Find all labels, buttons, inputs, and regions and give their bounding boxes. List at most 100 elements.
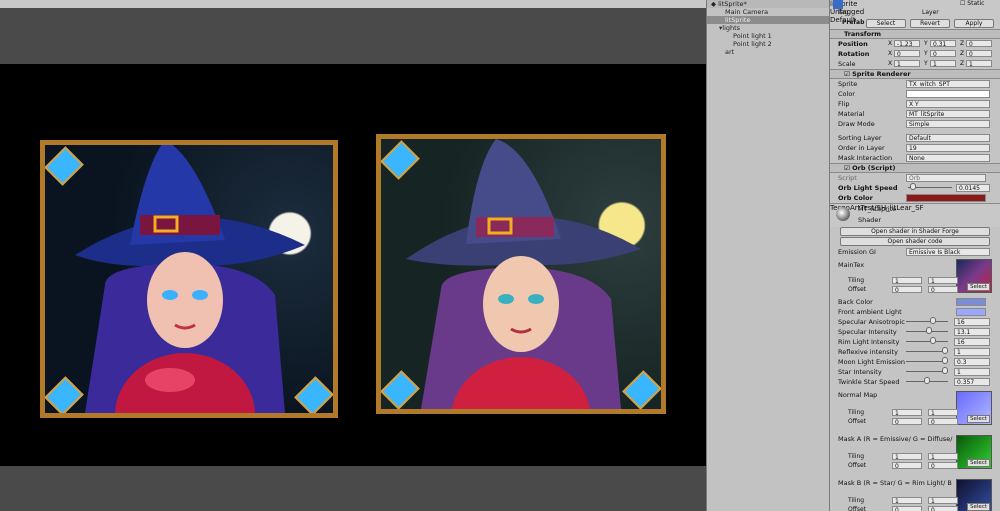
tiling-y[interactable]: 1 [928, 497, 958, 505]
value-y[interactable]: 0 [930, 50, 956, 58]
offset-x[interactable]: 0 [892, 506, 922, 511]
value-z[interactable]: 0 [966, 40, 992, 48]
offset-x[interactable]: 0 [892, 418, 922, 426]
slider-knob[interactable] [910, 183, 916, 190]
front-ambient-swatch[interactable] [956, 308, 986, 316]
script-field[interactable]: Orb [906, 174, 986, 182]
sprite-renderer-row: Sorting Layer Default [830, 133, 1000, 143]
offset-x[interactable]: 0 [892, 286, 922, 294]
texture-thumbnail[interactable]: Select [956, 479, 992, 511]
slider-knob[interactable] [924, 377, 930, 384]
slider-value[interactable]: 1 [954, 348, 990, 356]
hierarchy-item-lights[interactable]: ▾lights [707, 24, 829, 32]
offset-y[interactable]: 0 [928, 506, 958, 511]
value-x[interactable]: 1 [894, 60, 920, 68]
hierarchy-panel[interactable]: ◆ litSprite* Main Camera litSprite ▾ligh… [706, 0, 830, 511]
hierarchy-item-art[interactable]: art [707, 48, 829, 56]
sprite-renderer-field[interactable]: MT_litSprite [906, 110, 990, 118]
select-button[interactable]: Select [967, 283, 990, 291]
texture-thumbnail[interactable]: Select [956, 435, 992, 469]
value-y[interactable]: 1 [930, 60, 956, 68]
slider-value[interactable]: 13.1 [954, 328, 990, 336]
sprite-renderer-field[interactable]: Default [906, 134, 990, 142]
open-shader-code-button[interactable]: Open shader code [840, 237, 990, 246]
sprite-renderer-field[interactable]: TX_witch_SPT [906, 80, 990, 88]
witch-sprite-lit[interactable] [40, 140, 338, 418]
slider-knob[interactable] [942, 367, 948, 374]
row-label: Position [838, 40, 868, 48]
slider-knob[interactable] [930, 337, 936, 344]
tiling-label: Tiling [848, 497, 865, 504]
orb-speed-value[interactable]: 0.0145 [956, 184, 990, 192]
tiling-y[interactable]: 1 [928, 453, 958, 461]
sprite-renderer-field[interactable]: X Y [906, 100, 990, 108]
select-button[interactable]: Select [967, 503, 990, 511]
slider-knob[interactable] [930, 317, 936, 324]
back-color-swatch[interactable] [956, 298, 986, 306]
orb-color-swatch[interactable] [906, 194, 986, 202]
slider-knob[interactable] [942, 357, 948, 364]
slider-value[interactable]: 16 [954, 338, 990, 346]
slider-value[interactable]: 0.3 [954, 358, 990, 366]
offset-y[interactable]: 0 [928, 286, 958, 294]
row-label: Star Intensity [838, 368, 882, 376]
value-z[interactable]: 0 [966, 50, 992, 58]
offset-x[interactable]: 0 [892, 462, 922, 470]
hierarchy-item-point-light-1[interactable]: Point light 1 [707, 32, 829, 40]
hierarchy-item-main-camera[interactable]: Main Camera [707, 8, 829, 16]
offset-y[interactable]: 0 [928, 462, 958, 470]
static-toggle[interactable]: ☐ Static [960, 0, 984, 7]
scene-view[interactable] [0, 0, 706, 511]
slider-knob[interactable] [942, 347, 948, 354]
maintex-thumbnail[interactable]: Select [956, 259, 992, 293]
prefab-apply-button[interactable]: Apply [954, 19, 994, 28]
sprite-renderer-field[interactable]: Simple [906, 120, 990, 128]
tiling-y[interactable]: 1 [928, 277, 958, 285]
open-shader-forge-button[interactable]: Open shader in Shader Forge [840, 227, 990, 236]
select-button[interactable]: Select [967, 415, 990, 423]
witch-sprite-unlit[interactable] [376, 134, 666, 414]
offset-y[interactable]: 0 [928, 418, 958, 426]
slider-value[interactable]: 16 [954, 318, 990, 326]
sprite-renderer-header[interactable]: ☑ Sprite Renderer [830, 69, 1000, 79]
material-slider[interactable] [906, 317, 948, 324]
material-slider[interactable] [906, 327, 948, 334]
prefab-select-button[interactable]: Select [866, 19, 906, 28]
prefab-revert-button[interactable]: Revert [910, 19, 950, 28]
sprite-renderer-field[interactable]: 19 [906, 144, 990, 152]
texture-thumbnail[interactable]: Select [956, 391, 992, 425]
texture-slot: Mask A (R = Emissive/ G = Diffuse/ Selec… [830, 431, 1000, 475]
material-slider[interactable] [906, 377, 948, 384]
value-x[interactable]: -1.23 [894, 40, 920, 48]
hierarchy-item-litsprite[interactable]: litSprite [707, 16, 829, 24]
material-slider[interactable] [906, 367, 948, 374]
sprite-renderer-field[interactable]: None [906, 154, 990, 162]
select-button[interactable]: Select [967, 459, 990, 467]
slider-knob[interactable] [926, 327, 932, 334]
material-slider[interactable] [906, 347, 948, 354]
material-slider-row: Moon Light Emission 0.3 [830, 357, 1000, 367]
material-slider[interactable] [906, 357, 948, 364]
scene-viewport[interactable] [0, 64, 706, 466]
orb-speed-slider[interactable] [908, 183, 952, 190]
hierarchy-item-point-light-2[interactable]: Point light 2 [707, 40, 829, 48]
tiling-x[interactable]: 1 [892, 453, 922, 461]
tiling-x[interactable]: 1 [892, 277, 922, 285]
emission-dropdown[interactable]: Emissive Is Black [906, 248, 990, 256]
tiling-y[interactable]: 1 [928, 409, 958, 417]
tiling-x[interactable]: 1 [892, 409, 922, 417]
scene-root[interactable]: ◆ litSprite* [707, 0, 829, 8]
material-slider[interactable] [906, 337, 948, 344]
slider-value[interactable]: 1 [954, 368, 990, 376]
slider-value[interactable]: 0.357 [954, 378, 990, 386]
value-y[interactable]: 0.31 [930, 40, 956, 48]
sprite-renderer-field[interactable] [906, 90, 990, 98]
orb-script-header[interactable]: ☑ Orb (Script) [830, 163, 1000, 173]
inspector-panel[interactable]: litSprite ☐ Static Tag Untagged Layer De… [830, 0, 1000, 511]
transform-header[interactable]: Transform [830, 29, 1000, 39]
sprite-renderer-row: Draw Mode Simple [830, 119, 1000, 129]
prefab-label: Prefab [842, 19, 865, 26]
value-z[interactable]: 1 [966, 60, 992, 68]
value-x[interactable]: 0 [894, 50, 920, 58]
tiling-x[interactable]: 1 [892, 497, 922, 505]
